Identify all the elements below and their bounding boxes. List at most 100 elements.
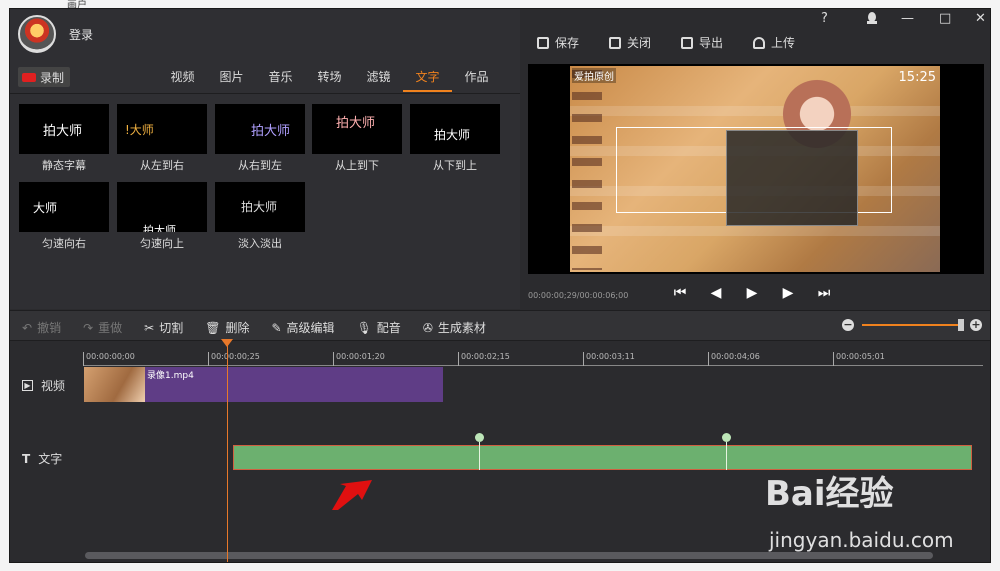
text-track-name: 文字	[38, 452, 63, 466]
dub-button[interactable]: 🎙 配音	[357, 319, 401, 336]
cut-label: 切割	[159, 321, 184, 335]
delete-button[interactable]: 🗑 删除	[205, 319, 249, 336]
baidu-watermark-url: jingyan.baidu.com	[769, 528, 954, 552]
nested-recorder	[726, 130, 858, 226]
text-effect-top-to-bottom[interactable]: 拍大师 从上到下	[312, 104, 402, 173]
material-tabs: 视频 图片 音乐 转场 滤镜 文字 作品	[158, 64, 501, 92]
tab-works[interactable]: 作品	[452, 64, 501, 92]
tab-video[interactable]: 视频	[158, 64, 207, 92]
tab-text[interactable]: 文字	[403, 64, 452, 92]
effect-label: 淡入淡出	[238, 237, 282, 250]
save-label: 保存	[555, 36, 580, 50]
playhead-handle[interactable]	[221, 339, 233, 347]
play-icon[interactable]: ▶	[745, 285, 759, 301]
effect-label: 静态字幕	[42, 159, 86, 172]
edit-toolbar: ↶ 撤销 ↷ 重做 ✂ 切割 🗑 删除 ✎ 高级编辑 🎙 配音 ✇ 生成素材 − +	[10, 310, 990, 341]
trash-icon: 🗑	[205, 320, 221, 335]
effect-thumbnail: 拍大师	[117, 182, 207, 232]
keyframe-marker[interactable]	[722, 433, 732, 471]
tab-divider	[10, 93, 520, 94]
ruler-tick: 00:00:04;06	[708, 352, 760, 366]
maximize-button[interactable]: □	[939, 11, 951, 26]
effect-thumbnail: 拍大师	[410, 104, 500, 154]
text-effect-left-to-right[interactable]: !大师 从左到右	[117, 104, 207, 173]
cut-button[interactable]: ✂ 切割	[144, 319, 183, 336]
next-frame-icon[interactable]: ▶	[781, 285, 795, 301]
playback-controls: ⏮ ◀ ▶ ▶ ⏭	[673, 285, 831, 301]
app-logo	[18, 15, 56, 53]
generate-material-button[interactable]: ✇ 生成素材	[423, 319, 486, 336]
save-button[interactable]: 保存	[537, 34, 579, 51]
login-link[interactable]: 登录	[69, 26, 93, 43]
close-project-button[interactable]: 关闭	[609, 34, 651, 51]
ruler-tick: 00:00:05;01	[833, 352, 885, 366]
ruler-tick: 00:00:03;11	[583, 352, 635, 366]
export-button[interactable]: 导出	[681, 34, 723, 51]
keyframe-marker[interactable]	[475, 433, 485, 471]
help-button[interactable]: ?	[821, 11, 828, 26]
text-effect-static[interactable]: 拍大师 静态字幕	[19, 104, 109, 173]
film-reel-icon: ✇	[422, 320, 433, 335]
time-ruler[interactable]: 00:00:00;00 00:00:00;25 00:00:01;20 00:0…	[83, 352, 983, 366]
effect-label: 从下到上	[433, 159, 477, 172]
prev-frame-icon[interactable]: ◀	[709, 285, 723, 301]
skip-start-icon[interactable]: ⏮	[673, 285, 687, 301]
redo-button[interactable]: ↷ 重做	[83, 319, 122, 336]
zoom-out-icon[interactable]: −	[842, 319, 854, 331]
upload-button[interactable]: 上传	[753, 34, 795, 51]
record-icon	[22, 72, 36, 82]
upload-label: 上传	[771, 36, 796, 50]
tab-filter[interactable]: 滤镜	[354, 64, 403, 92]
close-label: 关闭	[627, 36, 652, 50]
zoom-control: − +	[842, 319, 982, 331]
desktop-icons	[572, 70, 602, 270]
file-toolbar: 保存 关闭 导出 上传	[537, 34, 795, 51]
effect-thumbnail: 拍大师	[312, 104, 402, 154]
effect-label: 从右到左	[238, 159, 282, 172]
advanced-edit-button[interactable]: ✎ 高级编辑	[271, 319, 334, 336]
text-effect-constant-up[interactable]: 拍大师 匀速向上	[117, 182, 207, 251]
exit-icon	[609, 36, 622, 49]
preview-clock: 15:25	[898, 70, 936, 85]
record-button[interactable]: 录制	[18, 67, 70, 87]
video-clip[interactable]: 录像1.mp4	[84, 367, 443, 402]
redo-label: 重做	[98, 321, 123, 335]
zoom-in-icon[interactable]: +	[970, 319, 982, 331]
preview-frame: 爱拍原创 15:25	[570, 66, 940, 272]
text-effect-fade[interactable]: 拍大师 淡入淡出	[215, 182, 305, 251]
delete-label: 删除	[225, 321, 250, 335]
minimize-button[interactable]: —	[901, 11, 914, 26]
timeline-scrollbar[interactable]	[85, 552, 933, 559]
skip-end-icon[interactable]: ⏭	[817, 285, 831, 301]
baidu-watermark: Bai经验	[765, 474, 894, 514]
video-track-label: ▶ 视频	[22, 377, 65, 394]
ruler-tick: 00:00:02;15	[458, 352, 510, 366]
scissors-icon: ✂	[144, 320, 155, 335]
effect-label: 匀速向右	[42, 237, 86, 250]
play-track-icon: ▶	[22, 380, 33, 391]
preview-brand: 爱拍原创	[572, 68, 616, 83]
undo-button[interactable]: ↶ 撤销	[22, 319, 61, 336]
text-effect-constant-right[interactable]: 大师 匀速向右	[19, 182, 109, 251]
pencil-icon: ✎	[271, 320, 282, 335]
tab-image[interactable]: 图片	[207, 64, 256, 92]
qq-icon[interactable]	[866, 11, 878, 29]
zoom-slider-knob[interactable]	[958, 319, 964, 331]
redo-icon: ↷	[83, 320, 94, 335]
upload-icon	[753, 36, 766, 49]
video-preview[interactable]: 爱拍原创 15:25	[528, 64, 984, 274]
export-label: 导出	[699, 36, 724, 50]
undo-icon: ↶	[22, 320, 33, 335]
zoom-slider[interactable]	[862, 319, 964, 331]
microphone-icon: 🎙	[356, 320, 372, 335]
effect-thumbnail: 拍大师	[19, 104, 109, 154]
ruler-tick: 00:00:00;00	[83, 352, 135, 366]
video-track-name: 视频	[41, 379, 66, 393]
playhead[interactable]	[227, 340, 228, 562]
effect-label: 从左到右	[140, 159, 184, 172]
close-button[interactable]: ✕	[975, 11, 986, 26]
tab-transition[interactable]: 转场	[305, 64, 354, 92]
text-effect-bottom-to-top[interactable]: 拍大师 从下到上	[410, 104, 500, 173]
tab-music[interactable]: 音乐	[256, 64, 305, 92]
text-effect-right-to-left[interactable]: 拍大师 从右到左	[215, 104, 305, 173]
